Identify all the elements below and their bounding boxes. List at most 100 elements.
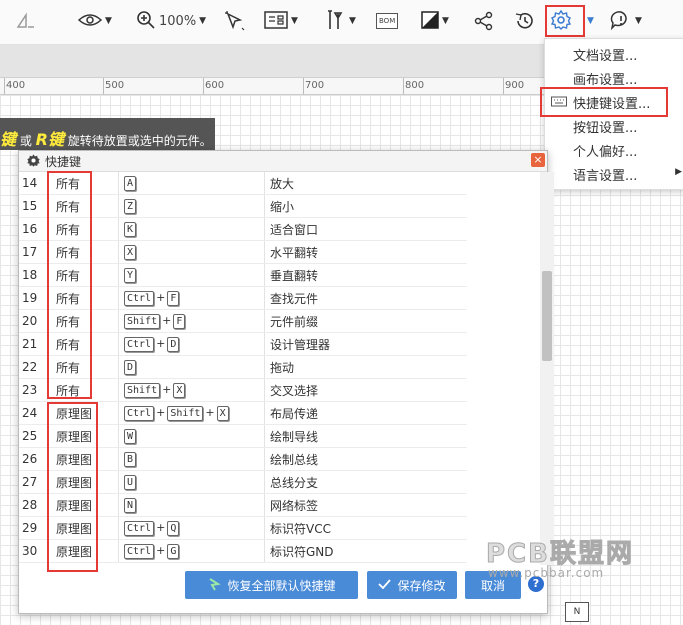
- bom-button[interactable]: BOM: [376, 8, 399, 34]
- key-cap: Shift: [167, 406, 204, 421]
- restore-defaults-button[interactable]: 恢复全部默认快捷键: [185, 571, 358, 599]
- key-cap: Z: [124, 199, 137, 214]
- eye-icon: [77, 12, 103, 31]
- row-action: 元件前缀: [264, 309, 467, 333]
- tools-button[interactable]: ▼: [324, 8, 356, 34]
- key-cap: N: [124, 498, 137, 513]
- row-keys[interactable]: B: [118, 447, 265, 471]
- check-icon: [378, 578, 392, 592]
- chevron-down-icon: ▼: [291, 16, 298, 26]
- bom-icon: BOM: [376, 13, 399, 29]
- row-keys[interactable]: Ctrl + D: [118, 332, 265, 356]
- key-cap: Ctrl: [124, 291, 155, 306]
- chevron-down-icon: ▼: [199, 16, 207, 26]
- close-icon[interactable]: ×: [531, 153, 545, 167]
- row-keys[interactable]: W: [118, 424, 265, 448]
- hint-text: 键 或 R键 旋转待放置或选中的元件。: [0, 126, 212, 150]
- shortcut-menu-highlight: [540, 87, 668, 117]
- key-plus: +: [162, 383, 172, 396]
- watermark-url: www.pcbbar.com: [488, 566, 605, 580]
- settings-highlight: [545, 5, 585, 37]
- menu-item-button-settings[interactable]: 按钮设置...: [573, 117, 637, 136]
- view-eye-button[interactable]: ▼: [77, 8, 112, 34]
- hint-message: 旋转待放置或选中的元件。: [63, 134, 212, 148]
- chevron-right-icon: ▶: [675, 167, 682, 177]
- row-keys[interactable]: D: [118, 355, 265, 379]
- row-keys[interactable]: Shift + F: [118, 309, 265, 333]
- menu-item-preferences[interactable]: 个人偏好...: [573, 141, 637, 160]
- zoom-button[interactable]: 100% ▼: [136, 8, 206, 34]
- ruler-label: 800: [405, 80, 425, 91]
- row-keys[interactable]: Z: [118, 194, 265, 218]
- menu-item-canvas-settings[interactable]: 画布设置...: [573, 69, 637, 88]
- key-cap: Y: [124, 268, 137, 283]
- shortcut-dialog: 快捷键 × 14 所有 A 放大 15 所有 Z 缩小 16 所有 K 适合窗口 17 所有 X 水平翻转 18…: [18, 150, 554, 614]
- row-keys[interactable]: Ctrl + G: [118, 539, 265, 563]
- gear-icon: [26, 153, 41, 171]
- zoom-in-icon: [136, 10, 156, 33]
- ruler-label: 700: [305, 80, 325, 91]
- ruler-tick: [4, 78, 5, 94]
- chevron-down-icon: ▼: [635, 16, 642, 26]
- row-keys[interactable]: Ctrl + Shift + X: [118, 401, 265, 425]
- tools-icon: [324, 9, 346, 34]
- hint-key: 键: [0, 130, 17, 149]
- row-keys[interactable]: Shift + X: [118, 378, 265, 402]
- key-cap: Shift: [124, 383, 161, 398]
- key-cap: X: [216, 406, 229, 421]
- key-cap: Ctrl: [124, 521, 155, 536]
- menu-item-document-settings[interactable]: 文档设置...: [573, 45, 637, 64]
- rotate-tool-icon[interactable]: [14, 8, 38, 34]
- ruler-label: 900: [505, 80, 525, 91]
- scrollbar-track[interactable]: [540, 172, 554, 565]
- feedback-button[interactable]: ▼: [610, 8, 642, 34]
- key-cap: K: [124, 222, 137, 237]
- row-keys[interactable]: Ctrl + Q: [118, 516, 265, 540]
- feedback-icon: [610, 10, 632, 33]
- history-icon[interactable]: [514, 8, 536, 34]
- scrollbar-thumb[interactable]: [542, 271, 552, 361]
- key-cap: W: [124, 429, 137, 444]
- row-action: 网络标签: [264, 493, 467, 517]
- ruler-label: 400: [6, 80, 26, 91]
- dialog-header[interactable]: 快捷键 ×: [19, 151, 547, 172]
- row-action: 垂直翻转: [264, 263, 467, 287]
- chevron-down-icon: ▼: [105, 16, 112, 26]
- ruler-tick: [103, 78, 104, 94]
- row-action: 放大: [264, 172, 467, 195]
- theme-button[interactable]: ▼: [421, 8, 449, 34]
- save-button[interactable]: 保存修改: [367, 571, 457, 599]
- library-button[interactable]: ▼: [264, 8, 298, 34]
- watermark-brand: PCB联盟网: [486, 539, 634, 570]
- chevron-down-icon[interactable]: ▼: [587, 16, 594, 26]
- row-action: 设计管理器: [264, 332, 467, 356]
- menu-item-language-settings[interactable]: 语言设置...: [573, 165, 637, 184]
- key-cap: F: [167, 291, 180, 306]
- key-plus: +: [156, 291, 166, 304]
- key-cap: D: [124, 360, 137, 375]
- dialog-title: 快捷键: [45, 155, 82, 169]
- row-keys[interactable]: N: [118, 493, 265, 517]
- row-action: 交叉选择: [264, 378, 467, 402]
- row-action: 标识符GND: [264, 539, 467, 563]
- restore-defaults-label: 恢复全部默认快捷键: [227, 578, 336, 593]
- share-icon[interactable]: [474, 8, 494, 34]
- key-plus: +: [156, 337, 166, 350]
- row-keys[interactable]: Y: [118, 263, 265, 287]
- ruler-tick: [503, 78, 504, 94]
- row-action: 适合窗口: [264, 217, 467, 241]
- hint-bar: 键 或 R键 旋转待放置或选中的元件。: [0, 118, 215, 150]
- key-plus: +: [156, 406, 166, 419]
- select-tool-icon[interactable]: [224, 8, 246, 34]
- row-keys[interactable]: X: [118, 240, 265, 264]
- row-keys[interactable]: U: [118, 470, 265, 494]
- row-keys[interactable]: A: [118, 172, 265, 195]
- contrast-icon: [421, 10, 439, 32]
- row-keys[interactable]: K: [118, 217, 265, 241]
- chevron-down-icon: ▼: [442, 16, 449, 26]
- ruler-tick: [303, 78, 304, 94]
- net-label-symbol-icon: N: [565, 602, 589, 622]
- scope-highlight-schematic: [47, 402, 98, 572]
- ruler-label: 500: [105, 80, 125, 91]
- row-keys[interactable]: Ctrl + F: [118, 286, 265, 310]
